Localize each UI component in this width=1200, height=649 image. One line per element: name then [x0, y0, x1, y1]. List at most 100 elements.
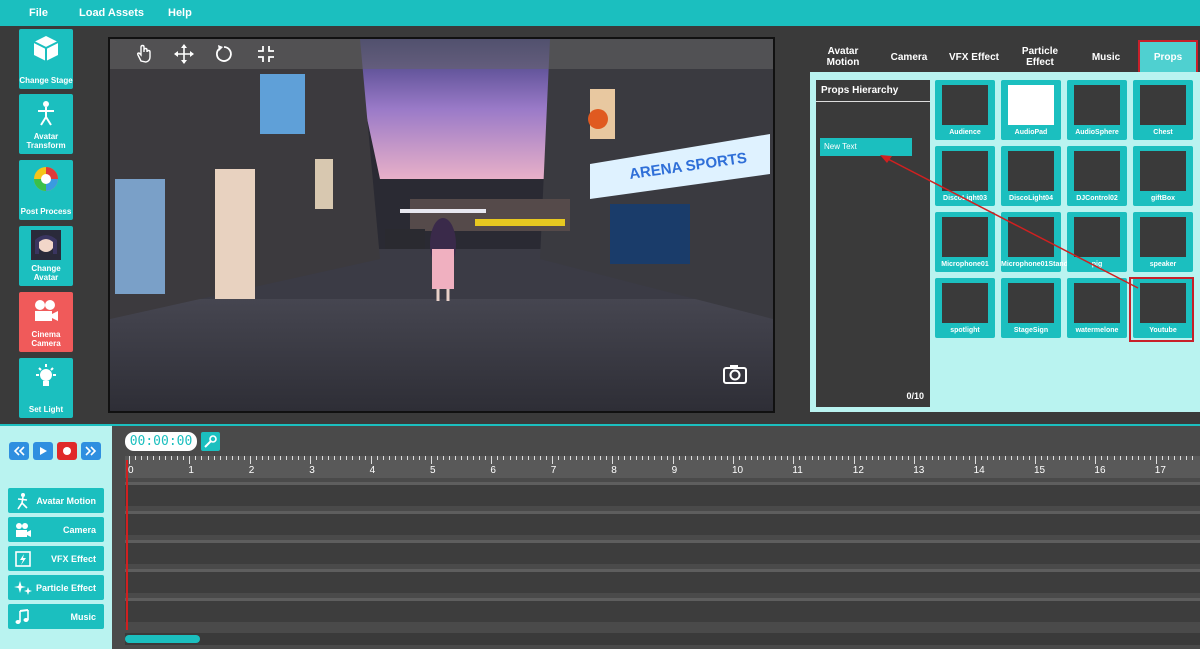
prop-tile[interactable]: giftBox — [1133, 146, 1193, 206]
ruler-tick — [141, 456, 143, 460]
prop-tile[interactable]: DiscoLight04 — [1001, 146, 1061, 206]
lane-music[interactable] — [125, 598, 1200, 622]
tab-music[interactable]: Music — [1082, 40, 1130, 74]
track-particle-effect[interactable]: Particle Effect — [8, 575, 104, 600]
lane-particle-effect[interactable] — [125, 569, 1200, 593]
prop-tile[interactable]: StageSign — [1001, 278, 1061, 338]
ruler-tick — [249, 456, 251, 464]
ruler-tick — [298, 456, 300, 460]
rotate-icon[interactable] — [212, 42, 236, 66]
tab-camera[interactable]: Camera — [884, 40, 934, 74]
tab-avatar-motion[interactable]: Avatar Motion — [818, 40, 868, 74]
prop-tile[interactable]: AudioPad — [1001, 80, 1061, 140]
rewind-button[interactable] — [9, 442, 29, 460]
track-label: Particle Effect — [35, 582, 96, 593]
prop-thumbnail — [1008, 151, 1054, 191]
menu-help[interactable]: Help — [168, 7, 192, 19]
track-camera[interactable]: Camera — [8, 517, 104, 542]
wrench-icon[interactable] — [201, 432, 220, 451]
ruler-tick — [859, 456, 861, 460]
prop-tile[interactable]: Youtube — [1133, 278, 1193, 338]
timeline-scrollbar[interactable] — [125, 633, 1200, 645]
scene-viewport[interactable]: ARENA SPORTS — [108, 37, 775, 413]
hierarchy-item[interactable]: New Text — [820, 138, 912, 156]
tool-label: Post Process — [20, 207, 72, 216]
lane-avatar-motion[interactable] — [125, 482, 1200, 506]
play-button[interactable] — [33, 442, 53, 460]
scrollbar-thumb[interactable] — [125, 635, 200, 643]
ruler-tick — [1125, 456, 1127, 460]
prop-thumbnail — [1140, 217, 1186, 257]
prop-tile[interactable]: DiscoLight03 — [935, 146, 995, 206]
timeline-ruler[interactable]: 0 1 2 3 4 5 6 7 8 9 10 11 12 13 14 15 16 17 — [125, 456, 1200, 478]
tab-particle-effect[interactable]: Particle Effect — [1014, 40, 1066, 74]
ruler-tick — [1028, 456, 1030, 460]
ruler-tick — [932, 456, 934, 460]
ruler-tick — [376, 456, 378, 460]
prop-tile[interactable]: spotlight — [935, 278, 995, 338]
video-camera-icon — [31, 296, 61, 326]
track-music[interactable]: Music — [8, 604, 104, 629]
ruler-tick — [1101, 456, 1103, 460]
ruler-tick — [129, 456, 130, 464]
ruler-tick — [225, 456, 227, 460]
change-stage-button[interactable]: Change Stage — [19, 29, 73, 89]
ruler-tick — [829, 456, 831, 460]
prop-tile[interactable]: DJControl02 — [1067, 146, 1127, 206]
scale-icon[interactable] — [254, 42, 278, 66]
set-light-button[interactable]: Set Light — [19, 358, 73, 418]
ruler-tick — [267, 456, 269, 460]
lane-vfx-effect[interactable] — [125, 540, 1200, 564]
prop-tile[interactable]: Microphone01Stand — [1001, 212, 1068, 272]
playhead[interactable] — [126, 460, 128, 630]
lane-camera[interactable] — [125, 511, 1200, 535]
ruler-tick — [865, 456, 867, 460]
prop-label: DiscoLight03 — [943, 195, 987, 202]
tab-props[interactable]: Props — [1138, 40, 1198, 74]
track-label: Camera — [62, 524, 96, 535]
prop-tile[interactable]: speaker — [1133, 212, 1193, 272]
track-vfx-effect[interactable]: VFX Effect — [8, 546, 104, 571]
prop-tile[interactable]: pig — [1067, 212, 1127, 272]
ruler-tick — [926, 456, 928, 460]
screenshot-camera-icon[interactable] — [722, 363, 748, 385]
prop-tile[interactable]: AudioSphere — [1067, 80, 1127, 140]
props-count: 0/10 — [906, 391, 924, 401]
prop-tile[interactable]: Chest — [1133, 80, 1193, 140]
prop-tile[interactable]: Audience — [935, 80, 995, 140]
ruler-tick — [527, 456, 529, 460]
prop-tile[interactable]: Microphone01 — [935, 212, 995, 272]
ruler-tick — [835, 456, 837, 460]
ruler-tick — [467, 456, 469, 460]
ruler-tick — [992, 456, 994, 460]
ruler-tick — [370, 456, 372, 464]
track-avatar-motion[interactable]: Avatar Motion — [8, 488, 104, 513]
avatar-transform-button[interactable]: Avatar Transform — [19, 94, 73, 154]
tab-vfx-effect[interactable]: VFX Effect — [944, 40, 1004, 74]
ruler-tick — [189, 456, 191, 464]
record-button[interactable] — [57, 442, 77, 460]
change-avatar-button[interactable]: Change Avatar — [19, 226, 73, 286]
post-process-button[interactable]: Post Process — [19, 160, 73, 220]
ruler-tick — [636, 456, 638, 460]
prop-label: DiscoLight04 — [1009, 195, 1053, 202]
ruler-tick — [1192, 456, 1194, 460]
ruler-tick — [491, 456, 493, 464]
ruler-tick — [696, 456, 698, 460]
menu-load-assets[interactable]: Load Assets — [79, 7, 144, 19]
fast-forward-button[interactable] — [81, 442, 101, 460]
ruler-tick — [497, 456, 499, 460]
ruler-tick — [702, 456, 704, 460]
scene-render: ARENA SPORTS — [110, 39, 773, 411]
hand-icon[interactable] — [132, 42, 156, 66]
ruler-tick — [382, 456, 384, 460]
menu-file[interactable]: File — [29, 7, 48, 19]
ruler-tick — [159, 456, 161, 460]
ruler-label: 13 — [913, 465, 925, 476]
ruler-tick — [165, 456, 167, 460]
cinema-camera-button[interactable]: Cinema Camera — [19, 292, 73, 352]
ruler-label: 17 — [1154, 465, 1166, 476]
ruler-tick — [853, 456, 855, 464]
move-icon[interactable] — [172, 42, 196, 66]
prop-tile[interactable]: watermelone — [1067, 278, 1127, 338]
